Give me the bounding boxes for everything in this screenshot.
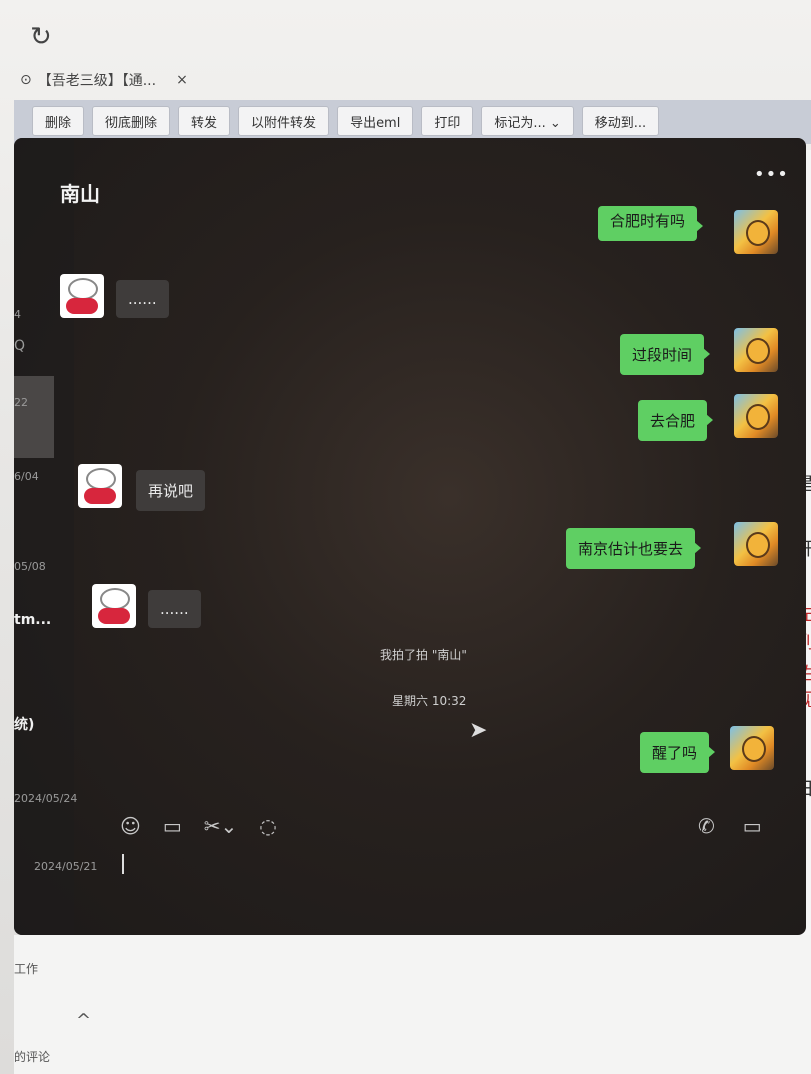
message-bubble-received: 再说吧 — [136, 470, 206, 511]
text-input-caret[interactable] — [122, 854, 124, 874]
folder-icon[interactable]: ▭ — [163, 814, 182, 838]
export-eml-button[interactable]: 导出eml — [337, 106, 414, 136]
browser-tab[interactable]: ⊙ 【吾老三级】【通... × — [20, 70, 188, 90]
chat-list-date: 6/04 — [14, 470, 39, 483]
chat-list-selected-item[interactable] — [14, 376, 54, 458]
avatar-self[interactable] — [734, 210, 778, 254]
chat-list-sidebar: 4 Q 22 6/04 05/08 tm... 统) 2024/05/24 20… — [14, 138, 97, 935]
emoji-icon[interactable]: ☺ — [120, 814, 141, 838]
chat-list-date: Q — [14, 338, 26, 354]
bottom-label: 的评论 — [14, 1050, 51, 1064]
chat-list-date: 05/08 — [14, 560, 46, 573]
avatar-self[interactable] — [730, 726, 774, 770]
mark-as-dropdown[interactable]: 标记为... ⌄ — [481, 106, 574, 136]
chat-title: 南山 — [60, 182, 100, 206]
tab-title: 【吾老三级】【通... — [37, 73, 157, 89]
pat-notice: 我拍了拍 "南山" — [380, 648, 467, 662]
print-button[interactable]: 打印 — [421, 106, 474, 136]
timestamp: 星期六 10:32 — [392, 694, 467, 708]
reload-icon[interactable]: ↻ — [30, 22, 52, 52]
permanent-delete-button[interactable]: 彻底删除 — [92, 106, 171, 136]
page-bottom-area — [14, 935, 811, 1074]
wechat-chat-window: 4 Q 22 6/04 05/08 tm... 统) 2024/05/24 20… — [14, 138, 806, 935]
chat-list-date: 2024/05/21 — [34, 860, 98, 873]
chat-list-date: 2024/05/24 — [14, 792, 78, 805]
avatar-contact[interactable] — [78, 464, 122, 508]
message-bubble-received: ...... — [116, 280, 169, 318]
tab-close-icon[interactable]: × — [176, 72, 188, 88]
chevron-up-icon[interactable]: ^ — [76, 1010, 91, 1031]
avatar-self[interactable] — [734, 522, 778, 566]
chat-list-name[interactable]: 统) — [14, 714, 34, 734]
scissors-icon[interactable]: ✂⌄ — [204, 814, 238, 838]
avatar-self[interactable] — [734, 328, 778, 372]
message-bubble-received: ...... — [148, 590, 201, 628]
forward-as-attachment-button[interactable]: 以附件转发 — [238, 106, 330, 136]
input-toolbar: ☺ ▭ ✂⌄ ◌ — [120, 814, 277, 838]
message-bubble-sent: 过段时间 — [620, 334, 711, 375]
chat-list-name[interactable]: tm... — [14, 612, 51, 628]
call-toolbar: ✆ ▭ — [698, 814, 762, 838]
phone-icon[interactable]: ✆ — [698, 814, 715, 838]
chat-history-icon[interactable]: ◌ — [259, 814, 276, 838]
delete-button[interactable]: 删除 — [32, 106, 85, 136]
avatar-contact[interactable] — [92, 584, 136, 628]
chat-list-date: 22 — [14, 396, 28, 409]
message-bubble-sent: 南京估计也要去 — [566, 528, 702, 569]
message-bubble-sent: 合肥时有吗 — [598, 206, 704, 241]
more-options-icon[interactable]: ••• — [754, 164, 789, 185]
bottom-label: 工作 — [14, 962, 39, 976]
avatar-self[interactable] — [734, 394, 778, 438]
forward-button[interactable]: 转发 — [178, 106, 231, 136]
move-to-button[interactable]: 移动到... — [581, 106, 660, 136]
video-icon[interactable]: ▭ — [743, 814, 762, 838]
message-bubble-sent: 醒了吗 — [640, 732, 716, 773]
chat-list-date: 4 — [14, 308, 21, 321]
tab-favicon-icon: ⊙ — [20, 72, 32, 88]
message-bubble-sent: 去合肥 — [638, 400, 714, 441]
mouse-cursor-icon: ➤ — [469, 718, 488, 743]
avatar-contact[interactable] — [60, 274, 104, 318]
